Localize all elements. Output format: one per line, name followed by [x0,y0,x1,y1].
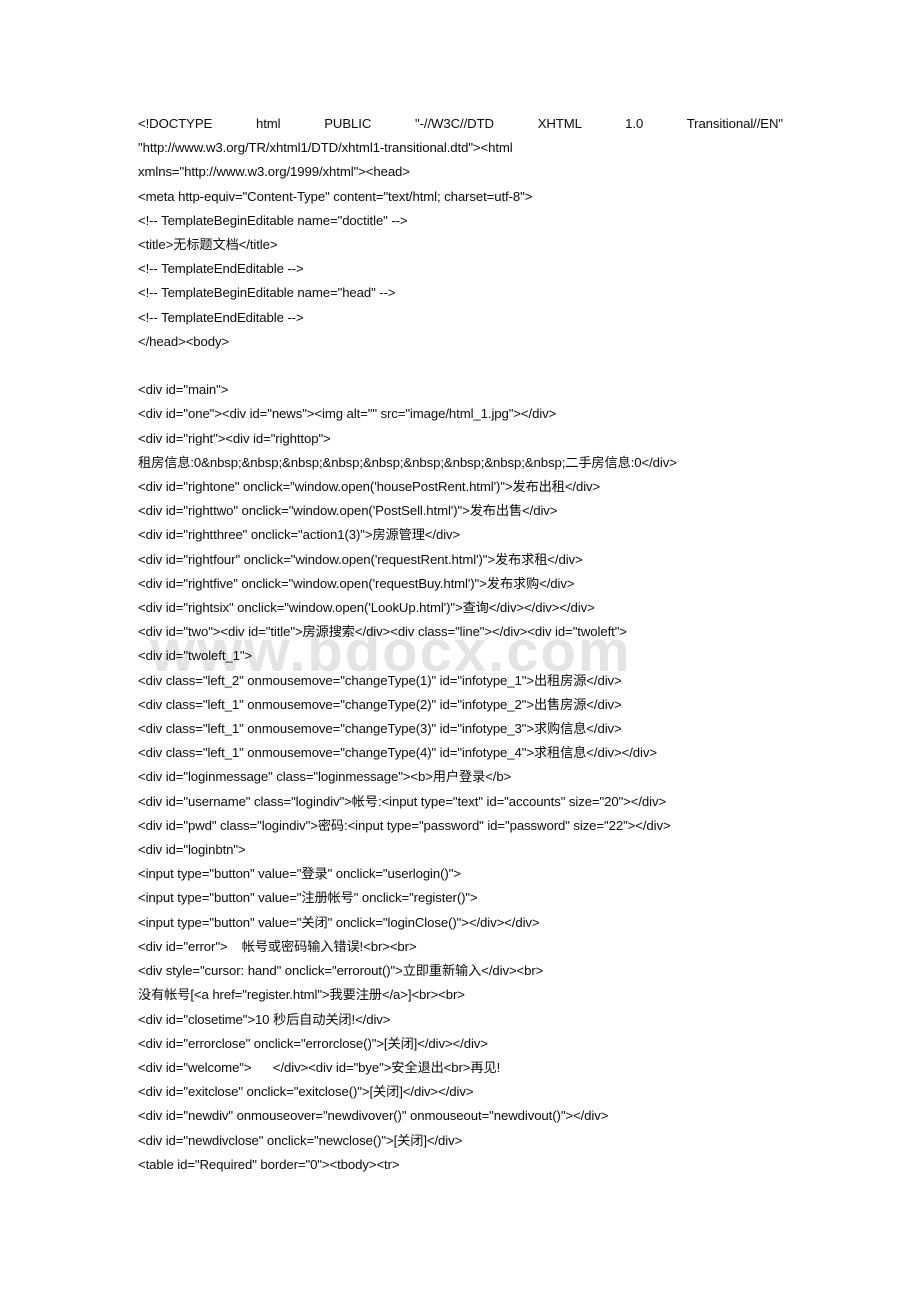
code-line: <input type="button" value="登录" onclick=… [138,866,461,882]
code-line: <div id="twoleft_1"> [138,648,253,664]
code-line: <div id="loginmessage" class="loginmessa… [138,769,512,785]
code-line: <title>无标题文档</title> [138,237,278,253]
code-line: 没有帐号[<a href="register.html">我要注册</a>]<b… [138,987,465,1003]
code-line: <!-- TemplateBeginEditable name="head" -… [138,285,396,301]
code-line: <!-- TemplateEndEditable --> [138,261,304,277]
code-line: <div id="rightfour" onclick="window.open… [138,551,583,567]
code-line: <!-- TemplateEndEditable --> [138,309,304,325]
code-line: <div class="left_2" onmousemove="changeT… [138,672,622,688]
code-line: <div style="cursor: hand" onclick="error… [138,963,544,979]
code-line: <div id="right"><div id="righttop"> [138,430,331,446]
document-page: www.bdocx.com <!DOCTYPE html PUBLIC "-//… [0,0,920,1302]
code-line: <div id="newdiv" onmouseover="newdivover… [138,1108,609,1124]
code-line: <!-- TemplateBeginEditable name="doctitl… [138,212,408,228]
code-line: <div id="rightfive" onclick="window.open… [138,575,575,591]
code-line: <input type="button" value="注册帐号" onclic… [138,890,478,906]
code-line: <div class="left_1" onmousemove="changeT… [138,721,622,737]
code-line: 租房信息:0&nbsp;&nbsp;&nbsp;&nbsp;&nbsp;&nbs… [138,454,677,470]
code-line: <meta http-equiv="Content-Type" content=… [138,188,533,204]
code-line: </head><body> [138,333,230,349]
code-line: <div id="closetime">10 秒后自动关闭!</div> [138,1011,391,1027]
code-line: <!DOCTYPE html PUBLIC "-//W3C//DTD XHTML… [138,116,783,131]
code-line: <div id="exitclose" onclick="exitclose()… [138,1084,474,1100]
code-line: xmlns="http://www.w3.org/1999/xhtml"><he… [138,164,410,180]
code-line: "http://www.w3.org/TR/xhtml1/DTD/xhtml1-… [138,140,513,156]
code-line: <input type="button" value="关闭" onclick=… [138,914,540,930]
code-line: <div id="righttwo" onclick="window.open(… [138,503,558,519]
code-line: <div id="one"><div id="news"><img alt=""… [138,406,557,422]
code-line: <div id="username" class="logindiv">帐号:<… [138,793,667,809]
code-listing: <!DOCTYPE html PUBLIC "-//W3C//DTD XHTML… [138,112,783,1177]
code-line: <table id="Required" border="0"><tbody><… [138,1156,400,1172]
code-line: <div id="error"> 帐号或密码输入错误!<br><br> [138,938,417,954]
code-line: <div id="two"><div id="title">房源搜索</div>… [138,624,627,640]
code-line: <div class="left_1" onmousemove="changeT… [138,745,657,761]
code-line: <div id="newdivclose" onclick="newclose(… [138,1132,463,1148]
code-line: <div id="rightsix" onclick="window.open(… [138,600,595,616]
code-line: <div id="rightthree" onclick="action1(3)… [138,527,461,543]
code-line: <div id="main"> [138,382,229,398]
code-line: <div id="loginbtn"> [138,842,246,858]
code-line: <div id="rightone" onclick="window.open(… [138,479,601,495]
code-line: <div class="left_1" onmousemove="changeT… [138,696,622,712]
code-line: <div id="pwd" class="logindiv">密码:<input… [138,817,671,833]
code-line: <div id="welcome"> </div><div id="bye">安… [138,1059,501,1075]
code-line: <div id="errorclose" onclick="errorclose… [138,1035,488,1051]
